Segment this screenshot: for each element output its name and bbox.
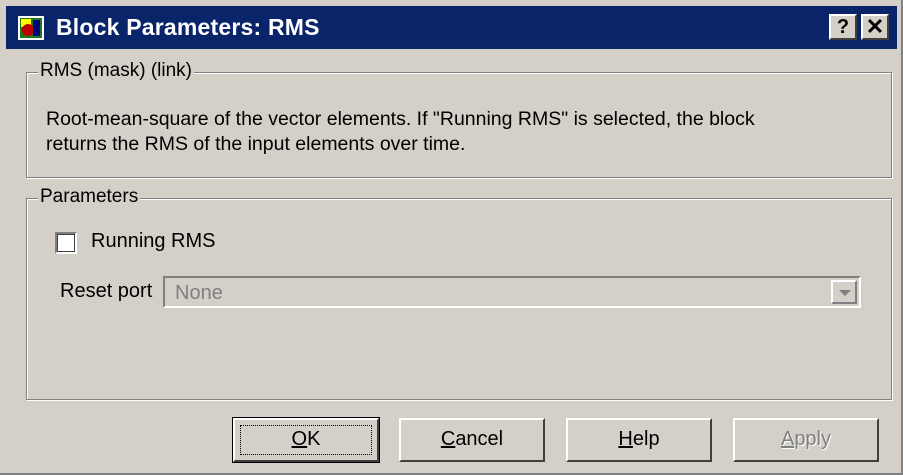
description-line-2: returns the RMS of the input elements ov… xyxy=(46,133,466,155)
simulink-block-icon xyxy=(18,16,44,40)
chevron-down-icon[interactable] xyxy=(831,280,857,304)
focus-rectangle xyxy=(240,425,372,455)
parameters-group-legend: Parameters xyxy=(38,186,141,208)
help-label-rest: elp xyxy=(632,428,660,450)
reset-port-value: None xyxy=(175,282,223,304)
description-line-1: Root-mean-square of the vector elements.… xyxy=(46,108,755,130)
cancel-label-rest: ancel xyxy=(455,428,504,450)
apply-label-rest: pply xyxy=(794,428,832,450)
apply-mnemonic: A xyxy=(780,428,795,450)
dialog-window: Block Parameters: RMS ? ✕ RMS (mask) (li… xyxy=(0,0,903,475)
help-mnemonic: H xyxy=(618,428,633,450)
ok-button[interactable]: OK xyxy=(232,417,380,463)
running-rms-label[interactable]: Running RMS xyxy=(91,230,216,253)
close-button[interactable]: ✕ xyxy=(861,14,889,40)
cancel-mnemonic: C xyxy=(440,428,456,450)
apply-button[interactable]: Apply xyxy=(733,418,879,462)
reset-port-select[interactable]: None xyxy=(163,276,861,308)
title-bar[interactable]: Block Parameters: RMS ? ✕ xyxy=(6,6,897,49)
reset-port-label: Reset port xyxy=(60,280,153,302)
help-button[interactable]: Help xyxy=(566,418,712,462)
window-title: Block Parameters: RMS xyxy=(56,14,320,40)
running-rms-checkbox[interactable] xyxy=(55,232,77,254)
cancel-button[interactable]: Cancel xyxy=(399,418,545,462)
context-help-button[interactable]: ? xyxy=(829,14,857,40)
description-group-legend: RMS (mask) (link) xyxy=(38,60,194,82)
